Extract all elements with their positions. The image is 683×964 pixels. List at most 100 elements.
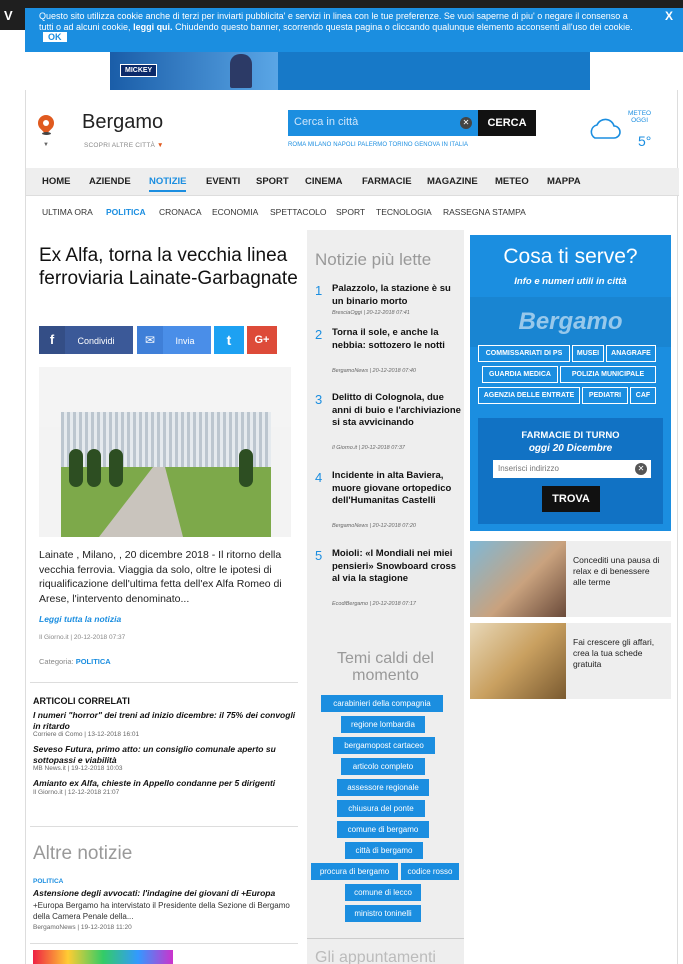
- article-image[interactable]: [39, 367, 291, 537]
- service-button-polizia[interactable]: POLIZIA MUNICIPALE: [560, 366, 656, 383]
- chevron-down-icon[interactable]: ▼: [43, 142, 49, 148]
- popular-title[interactable]: Palazzolo, la stazione è su un binario m…: [332, 283, 462, 308]
- service-button-commissariati[interactable]: COMMISSARIATI DI PS: [478, 345, 570, 362]
- ad-banner[interactable]: MICKEY: [110, 52, 590, 90]
- nav-item-aziende[interactable]: AZIENDE: [89, 176, 131, 187]
- city-links[interactable]: ROMA MILANO NAPOLI PALERMO TORINO GENOVA…: [288, 142, 468, 148]
- topic-tag[interactable]: comune di bergamo: [337, 821, 429, 838]
- nav-item-eventi[interactable]: EVENTI: [206, 176, 240, 187]
- nav-item-home[interactable]: HOME: [42, 176, 71, 187]
- services-column: Cosa ti serve? Info e numeri utili in ci…: [470, 230, 671, 964]
- subnav-item-politica[interactable]: POLITICA: [106, 207, 146, 217]
- topic-tag[interactable]: articolo completo: [341, 758, 425, 775]
- nav-item-magazine[interactable]: MAGAZINE: [427, 176, 478, 187]
- messenger-share-button[interactable]: ✉ Invia: [137, 326, 211, 354]
- gplus-share-button[interactable]: G+: [247, 326, 277, 354]
- nav-item-notizie[interactable]: NOTIZIE: [149, 176, 187, 192]
- search-input[interactable]: Cerca in città ✕: [288, 110, 478, 136]
- topic-tag[interactable]: assessore regionale: [337, 779, 429, 796]
- twitter-share-button[interactable]: t: [214, 326, 244, 354]
- topic-tag[interactable]: chiusura del ponte: [337, 800, 425, 817]
- topic-tag[interactable]: regione lombardia: [341, 716, 425, 733]
- category-link[interactable]: POLITICA: [76, 657, 111, 666]
- cookie-close-icon[interactable]: X: [665, 10, 673, 21]
- clear-address-icon[interactable]: ✕: [635, 463, 647, 475]
- topic-tag[interactable]: città di bergamo: [345, 842, 423, 859]
- altre-title[interactable]: Astensione degli avvocati: l'indagine de…: [33, 888, 295, 898]
- site-header: ▼ Bergamo SCOPRI ALTRE CITTÀ ▼ Cerca in …: [26, 90, 679, 168]
- meteo-label[interactable]: METEO OGGI: [628, 110, 651, 124]
- topic-tag[interactable]: codice rosso: [401, 863, 459, 880]
- divider: [30, 943, 298, 944]
- subnav-item-rassegna[interactable]: RASSEGNA STAMPA: [443, 207, 526, 217]
- divider: [30, 826, 298, 827]
- ad-badge: MICKEY: [120, 64, 158, 77]
- related-title[interactable]: I numeri "horror" dei treni ad inizio di…: [33, 710, 301, 731]
- next-image-strip: [33, 950, 173, 964]
- ad-tile[interactable]: Fai crescere gli affari, crea la tua sch…: [470, 623, 671, 699]
- nav-item-cinema[interactable]: CINEMA: [305, 176, 342, 187]
- twitter-icon: t: [226, 332, 232, 348]
- popular-title[interactable]: Incidente in alta Baviera, muore giovane…: [332, 470, 462, 508]
- facebook-share-button[interactable]: f Condividi: [39, 326, 133, 354]
- related-title[interactable]: Amianto ex Alfa, chieste in Appello cond…: [33, 778, 301, 789]
- scopri-citta-link[interactable]: SCOPRI ALTRE CITTÀ ▼: [84, 142, 164, 149]
- popular-heading: Notizie più lette: [315, 250, 432, 269]
- nav-item-mappa[interactable]: MAPPA: [547, 176, 581, 187]
- clear-search-icon[interactable]: ✕: [460, 117, 472, 129]
- nav-item-farmacie[interactable]: FARMACIE: [362, 176, 412, 187]
- subnav-item-tecnologia[interactable]: TECNOLOGIA: [376, 207, 432, 217]
- trova-button[interactable]: TROVA: [542, 486, 600, 512]
- subnav-item-economia[interactable]: ECONOMIA: [212, 207, 258, 217]
- article-category: Categoria: POLITICA: [39, 657, 111, 666]
- topic-tag[interactable]: bergamopost cartaceo: [333, 737, 435, 754]
- article-title: Ex Alfa, torna la vecchia linea ferrovia…: [39, 245, 298, 289]
- cloud-icon[interactable]: [587, 118, 621, 140]
- service-button-guardia-medica[interactable]: GUARDIA MEDICA: [482, 366, 558, 383]
- subnav-item-ultima-ora[interactable]: ULTIMA ORA: [42, 207, 93, 217]
- service-button-agenzia[interactable]: AGENZIA DELLE ENTRATE: [478, 387, 580, 404]
- popular-meta: BresciaOggi | 20-12-2018 07:41: [332, 310, 410, 316]
- popular-rank: 5: [315, 548, 323, 563]
- popular-title[interactable]: Torna il sole, e anche la nebbia: sottoz…: [332, 327, 462, 352]
- scopri-label: SCOPRI ALTRE CITTÀ: [84, 142, 156, 149]
- subnav-item-spettacolo[interactable]: SPETTACOLO: [270, 207, 327, 217]
- service-button-musei[interactable]: MUSEI: [572, 345, 604, 362]
- popular-title[interactable]: Moioli: «I Mondiali nei miei pensieri» S…: [332, 548, 462, 586]
- subnav-item-sport[interactable]: SPORT: [336, 207, 365, 217]
- ad-tile[interactable]: Concediti una pausa di relax e di beness…: [470, 541, 671, 617]
- related-meta: Corriere di Como | 13-12-2018 16:01: [33, 731, 140, 738]
- subnav-item-cronaca[interactable]: CRONACA: [159, 207, 202, 217]
- service-button-pediatri[interactable]: PEDIATRI: [582, 387, 628, 404]
- related-title[interactable]: Seveso Futura, primo atto: un consiglio …: [33, 744, 301, 765]
- popular-meta: EcodiBergamo | 20-12-2018 07:17: [332, 601, 416, 607]
- ad-business-image: [470, 623, 566, 699]
- popular-meta: Il Giorno.it | 20-12-2018 07:37: [332, 445, 405, 451]
- topic-tag[interactable]: carabinieri della compagnia: [321, 695, 443, 712]
- nav-item-meteo[interactable]: METEO: [495, 176, 529, 187]
- popular-title[interactable]: Delitto di Colognola, due anni di buio e…: [332, 392, 462, 430]
- search-button[interactable]: CERCA: [478, 110, 536, 136]
- cookie-banner: Questo sito utilizza cookie anche di ter…: [25, 8, 683, 52]
- read-more-link[interactable]: Leggi tutta la notizia: [39, 614, 121, 624]
- topic-tag[interactable]: comune di lecco: [345, 884, 421, 901]
- service-button-anagrafe[interactable]: ANAGRAFE: [606, 345, 656, 362]
- services-heading: Cosa ti serve?: [503, 245, 638, 268]
- main-nav: HOME AZIENDE NOTIZIE EVENTI SPORT CINEMA…: [26, 168, 679, 196]
- image-tree: [87, 449, 101, 487]
- nav-item-sport[interactable]: SPORT: [256, 176, 289, 187]
- article-meta: Il Giorno.it | 20-12-2018 07:37: [39, 634, 126, 641]
- service-button-caf[interactable]: CAF: [630, 387, 656, 404]
- topic-tag[interactable]: ministro toninelli: [345, 905, 421, 922]
- ad-text: Fai crescere gli affari, crea la tua sch…: [573, 637, 655, 669]
- caret-down-icon: ▼: [157, 142, 164, 149]
- cookie-ok-button[interactable]: OK: [43, 32, 67, 42]
- address-input[interactable]: Inserisci indirizzo ✕: [493, 460, 651, 478]
- cookie-link[interactable]: leggi qui.: [133, 22, 173, 32]
- sub-nav: ULTIMA ORA POLITICA CRONACA ECONOMIA SPE…: [26, 198, 679, 224]
- topic-tag[interactable]: procura di bergamo: [311, 863, 398, 880]
- services-subheading: Info e numeri utili in città: [514, 276, 627, 287]
- altre-notizie-heading: Altre notizie: [33, 843, 133, 864]
- altre-category[interactable]: POLITICA: [33, 878, 63, 885]
- meteo-title: METEO: [628, 110, 652, 117]
